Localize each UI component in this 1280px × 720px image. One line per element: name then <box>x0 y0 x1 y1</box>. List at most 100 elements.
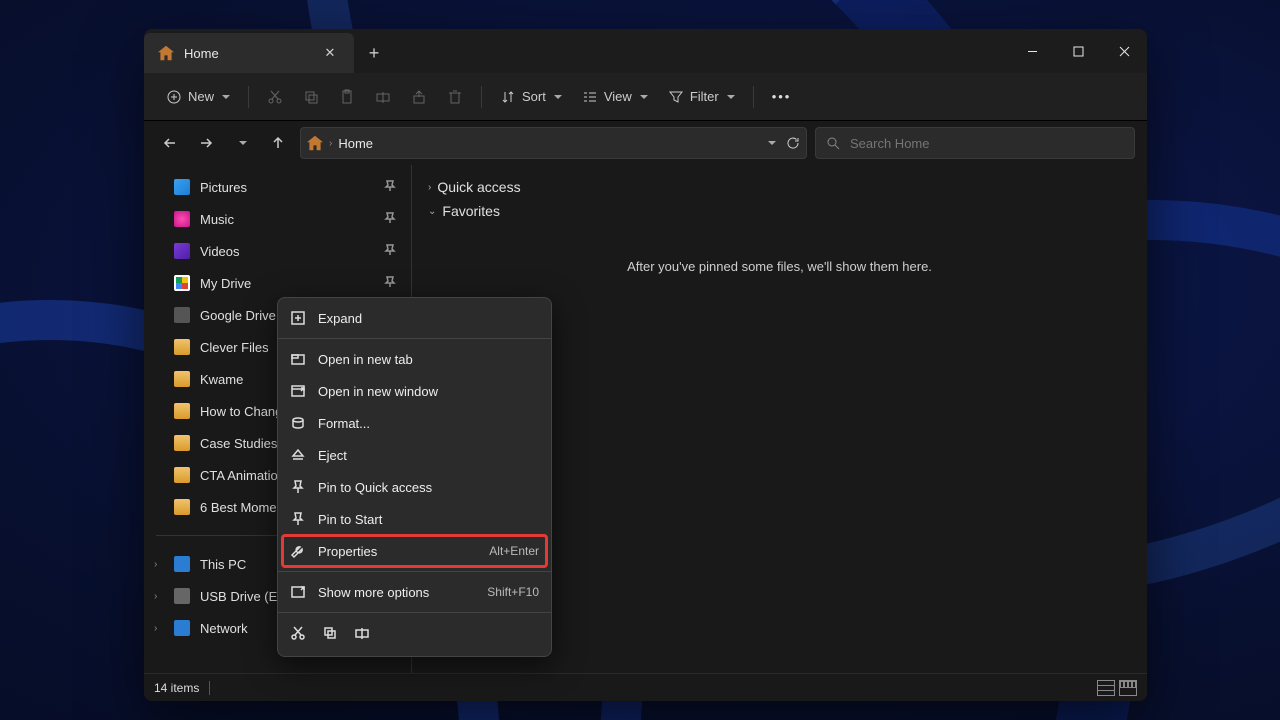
ctx-open-new-window[interactable]: Open in new window <box>278 375 551 407</box>
new-tab-button[interactable]: + <box>354 33 394 73</box>
sidebar-item-label: Network <box>200 621 248 636</box>
pin-icon <box>290 511 306 527</box>
rename-button[interactable] <box>367 83 399 111</box>
breadcrumb[interactable]: › Home <box>300 127 807 159</box>
videos-icon <box>174 243 190 259</box>
sidebar-item-label: USB Drive (E:) <box>200 589 285 604</box>
back-button[interactable] <box>156 129 184 157</box>
pin-icon <box>290 479 306 495</box>
refresh-icon[interactable] <box>786 136 800 150</box>
chevron-right-icon: › <box>428 182 431 193</box>
up-button[interactable] <box>264 129 292 157</box>
ctx-pin-quick[interactable]: Pin to Quick access <box>278 471 551 503</box>
more-button[interactable]: ••• <box>764 83 800 110</box>
ctx-footer-cut-icon[interactable] <box>290 625 306 646</box>
large-icons-view-button[interactable] <box>1119 680 1137 696</box>
status-bar: 14 items <box>144 673 1147 701</box>
net-icon <box>174 620 190 636</box>
sidebar-item-label: Pictures <box>200 180 247 195</box>
cut-button[interactable] <box>259 83 291 111</box>
forward-button[interactable] <box>192 129 220 157</box>
sidebar-item-label: Videos <box>200 244 240 259</box>
search-box[interactable] <box>815 127 1135 159</box>
ctx-footer-copy-icon[interactable] <box>322 625 338 646</box>
ctx-footer-rename-icon[interactable] <box>354 625 370 646</box>
home-icon <box>158 45 174 61</box>
sidebar-item-music[interactable]: Music <box>144 203 412 235</box>
ctx-properties[interactable]: PropertiesAlt+Enter <box>278 535 551 567</box>
sidebar-item-label: My Drive <box>200 276 251 291</box>
paste-button[interactable] <box>331 83 363 111</box>
search-icon <box>826 136 840 150</box>
usb-icon <box>174 588 190 604</box>
sidebar-item-label: Clever Files <box>200 340 269 355</box>
ctx-more-options[interactable]: Show more optionsShift+F10 <box>278 576 551 608</box>
eject-icon <box>290 447 306 463</box>
close-tab-icon[interactable]: ✕ <box>320 45 340 61</box>
ctx-item-label: Eject <box>318 448 347 463</box>
ctx-open-new-tab[interactable]: Open in new tab <box>278 343 551 375</box>
close-window-button[interactable] <box>1101 29 1147 73</box>
ctx-eject[interactable]: Eject <box>278 439 551 471</box>
delete-button[interactable] <box>439 83 471 111</box>
sidebar-item-label: Case Studies <box>200 436 277 451</box>
ctx-item-label: Open in new window <box>318 384 438 399</box>
disk-icon <box>290 415 306 431</box>
pc-icon <box>174 556 190 572</box>
address-bar: › Home <box>144 121 1147 165</box>
tab-home[interactable]: Home ✕ <box>144 33 354 73</box>
sidebar-item-label: CTA Animation <box>200 468 285 483</box>
ctx-item-label: Open in new tab <box>318 352 413 367</box>
new-button[interactable]: New <box>158 83 238 111</box>
sidebar-item-label: This PC <box>200 557 246 572</box>
sidebar-item-videos[interactable]: Videos <box>144 235 412 267</box>
chevron-right-icon[interactable]: › <box>154 559 157 570</box>
favorites-header[interactable]: ⌄ Favorites <box>428 199 1131 223</box>
filter-button[interactable]: Filter <box>660 83 743 111</box>
pin-icon <box>384 276 396 291</box>
chevron-down-icon[interactable] <box>768 141 776 145</box>
sort-button[interactable]: Sort <box>492 83 570 111</box>
folder-icon <box>174 499 190 515</box>
context-menu: Expand Open in new tab Open in new window F… <box>277 297 552 657</box>
favorites-empty-message: After you've pinned some files, we'll sh… <box>428 259 1131 274</box>
item-count: 14 items <box>154 681 199 695</box>
recent-button[interactable] <box>228 129 256 157</box>
gdrive-icon <box>174 307 190 323</box>
ctx-item-label: Pin to Start <box>318 512 382 527</box>
view-button[interactable]: View <box>574 83 656 111</box>
ctx-item-label: Expand <box>318 311 362 326</box>
folder-icon <box>174 339 190 355</box>
ctx-item-label: Properties <box>318 544 377 559</box>
chevron-down-icon: ⌄ <box>428 206 436 217</box>
chevron-right-icon[interactable]: › <box>154 591 157 602</box>
pin-icon <box>384 212 396 227</box>
ctx-item-label: Pin to Quick access <box>318 480 432 495</box>
home-icon <box>307 135 323 151</box>
music-icon <box>174 211 190 227</box>
ctx-expand[interactable]: Expand <box>278 302 551 334</box>
ctx-format[interactable]: Format... <box>278 407 551 439</box>
breadcrumb-location: Home <box>338 136 373 151</box>
copy-button[interactable] <box>295 83 327 111</box>
chevron-right-icon[interactable]: › <box>154 623 157 634</box>
pin-icon <box>384 180 396 195</box>
sidebar-item-pictures[interactable]: Pictures <box>144 171 412 203</box>
ctx-shortcut: Shift+F10 <box>487 585 539 599</box>
ctx-pin-start[interactable]: Pin to Start <box>278 503 551 535</box>
sidebar-item-my-drive[interactable]: My Drive <box>144 267 412 299</box>
maximize-button[interactable] <box>1055 29 1101 73</box>
pin-icon <box>384 244 396 259</box>
minimize-button[interactable] <box>1009 29 1055 73</box>
more-icon <box>290 584 306 600</box>
share-button[interactable] <box>403 83 435 111</box>
details-view-button[interactable] <box>1097 680 1115 696</box>
drive-icon <box>174 275 190 291</box>
quick-access-header[interactable]: › Quick access <box>428 175 1131 199</box>
tab-icon <box>290 351 306 367</box>
folder-icon <box>174 435 190 451</box>
sidebar-item-label: Kwame <box>200 372 243 387</box>
wrench-icon <box>290 543 306 559</box>
sidebar-item-label: Music <box>200 212 234 227</box>
search-input[interactable] <box>850 136 1124 151</box>
